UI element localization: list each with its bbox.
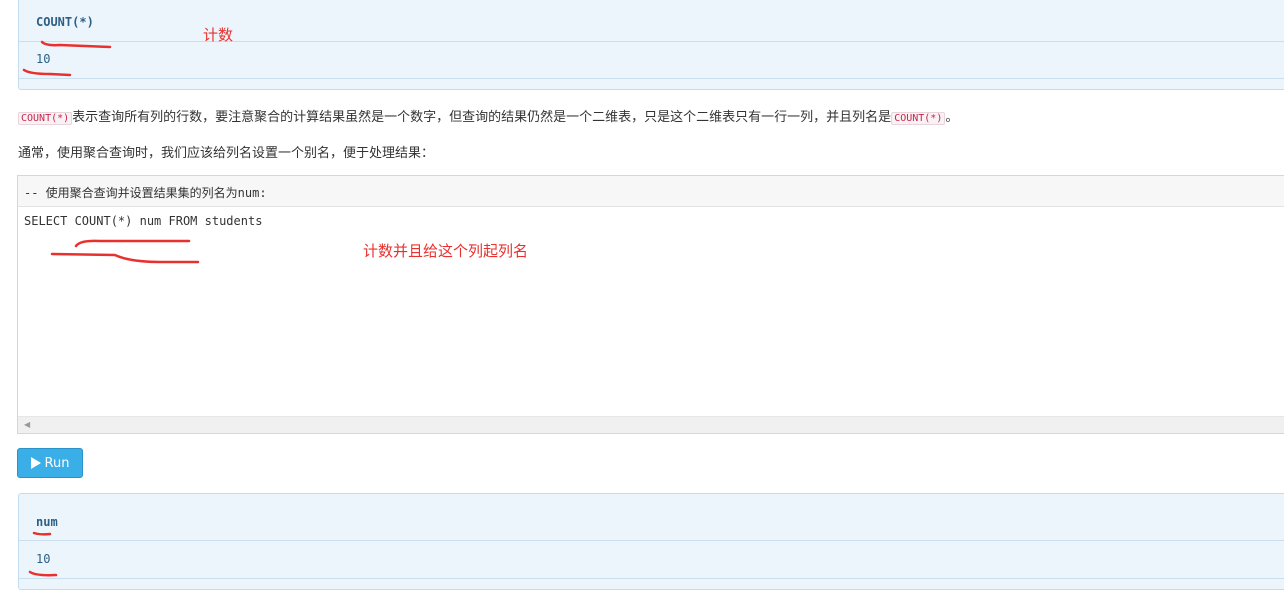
sql-comment: -- 使用聚合查询并设置结果集的列名为num: [24, 186, 267, 200]
paragraph-count-explanation: COUNT(*) 表示查询所有列的行数，要注意聚合的计算结果虽然是一个数字，但查询… [18, 106, 958, 125]
result-cell-value: 10 [36, 552, 51, 566]
result-column-header: COUNT(*) [36, 15, 94, 29]
inline-code: COUNT(*) [18, 112, 73, 125]
editor-comment-line: -- 使用聚合查询并设置结果集的列名为num: [18, 176, 1284, 207]
result-cell-value: 10 [36, 52, 51, 66]
result-column-header: num [36, 515, 58, 529]
play-icon [30, 457, 41, 469]
sql-editor[interactable]: -- 使用聚合查询并设置结果集的列名为num: SELECT COUNT(*) … [17, 175, 1284, 434]
annotation-alias-note: 计数并且给这个列起列名 [363, 242, 529, 260]
result-divider [19, 540, 1284, 541]
run-button[interactable]: Run [17, 448, 83, 478]
run-button-label: Run [44, 455, 70, 471]
paragraph-end: 。 [945, 110, 959, 125]
inline-code: COUNT(*) [891, 112, 946, 125]
sql-code-line[interactable]: SELECT COUNT(*) num FROM students [24, 214, 262, 228]
paragraph-alias-advice: 通常，使用聚合查询时，我们应该给列名设置一个别名，便于处理结果： [18, 146, 435, 161]
result-table-num: num 10 [18, 493, 1284, 590]
annotation-count-note: 计数 [203, 26, 234, 44]
horizontal-scrollbar[interactable]: ◀ [18, 416, 1284, 433]
result-row-border [19, 78, 1284, 79]
result-table-count: COUNT(*) 10 [18, 0, 1284, 90]
paragraph-text: 表示查询所有列的行数，要注意聚合的计算结果虽然是一个数字，但查询的结果仍然是一个… [72, 110, 892, 125]
result-row-border [19, 578, 1284, 579]
scroll-left-arrow-icon[interactable]: ◀ [24, 420, 30, 429]
